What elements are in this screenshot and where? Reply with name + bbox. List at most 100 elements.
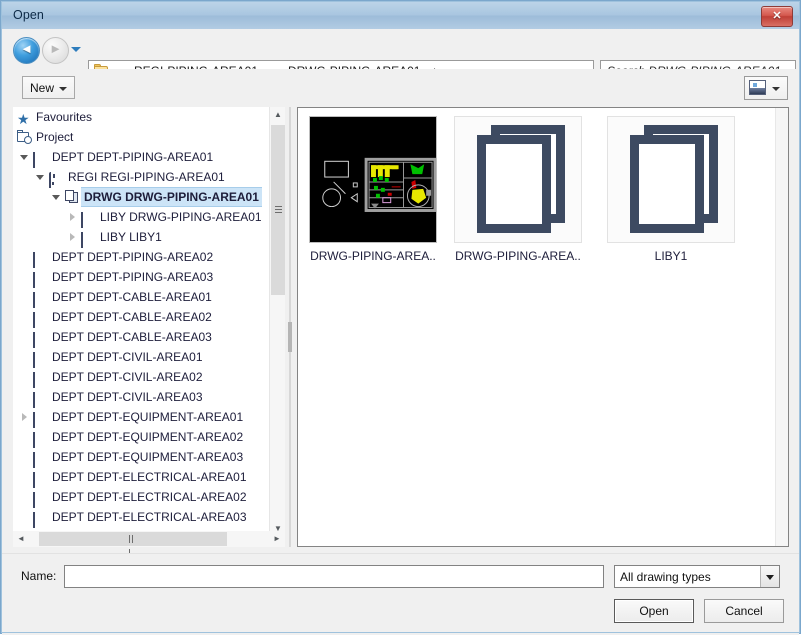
file-list-item[interactable]: DRWG-PIPING-AREA.. bbox=[308, 116, 438, 263]
dept-icon bbox=[33, 370, 48, 388]
tree-item-label: DEPT DEPT-EQUIPMENT-AREA01 bbox=[52, 410, 244, 424]
tree-item[interactable]: Project bbox=[13, 127, 267, 147]
tree-vertical-scroll-thumb[interactable] bbox=[271, 125, 285, 295]
dept-icon bbox=[33, 430, 48, 448]
pane-splitter[interactable] bbox=[287, 107, 293, 547]
triangle-left-icon: ◄ bbox=[17, 534, 25, 543]
tree-horizontal-scroll-thumb[interactable] bbox=[39, 532, 227, 557]
dept-icon bbox=[33, 510, 48, 528]
file-type-select[interactable]: All drawing types bbox=[614, 565, 780, 588]
collapse-triangle-icon[interactable] bbox=[36, 173, 45, 182]
liby-icon bbox=[81, 210, 96, 228]
tree-scroll-up-button[interactable]: ▲ bbox=[270, 107, 286, 123]
tree-item-label: DEPT DEPT-CABLE-AREA03 bbox=[52, 330, 212, 344]
chevron-down-icon[interactable] bbox=[760, 566, 779, 587]
tree-item[interactable]: REGI REGI-PIPING-AREA01 bbox=[13, 167, 267, 188]
collapse-triangle-icon[interactable] bbox=[52, 193, 61, 202]
folder-tree-pane[interactable]: ★ Favourites Project DEPT DEPT-PIPING-AREA0… bbox=[13, 107, 283, 537]
tree-item[interactable]: DEPT DEPT-CIVIL-AREA02 bbox=[13, 367, 267, 388]
tree-item[interactable]: DEPT DEPT-CIVIL-AREA01 bbox=[13, 347, 267, 368]
tree-item-label: LIBY LIBY1 bbox=[100, 230, 162, 244]
new-button-label: New bbox=[30, 81, 55, 95]
tree-item-label: DEPT DEPT-ELECTRICAL-AREA03 bbox=[52, 510, 247, 524]
close-icon: ✕ bbox=[772, 10, 782, 22]
book-icon bbox=[630, 125, 718, 235]
file-item-label: DRWG-PIPING-AREA.. bbox=[455, 249, 581, 263]
history-dropdown-button[interactable] bbox=[70, 45, 82, 55]
tree-item-label: DEPT DEPT-EQUIPMENT-AREA02 bbox=[52, 430, 244, 444]
file-list-vertical-scrollbar[interactable] bbox=[775, 108, 788, 546]
tree-item[interactable]: DEPT DEPT-PIPING-AREA03 bbox=[13, 267, 267, 288]
tree-vertical-scrollbar[interactable]: ▲ ▼ bbox=[269, 107, 285, 537]
folder-tree-list: ★ Favourites Project DEPT DEPT-PIPING-AREA0… bbox=[13, 107, 267, 528]
expand-triangle-icon[interactable] bbox=[20, 413, 29, 422]
tree-item[interactable]: DEPT DEPT-PIPING-AREA02 bbox=[13, 247, 267, 268]
tree-item[interactable]: DEPT DEPT-CABLE-AREA03 bbox=[13, 327, 267, 348]
forward-arrow-icon: ► bbox=[49, 41, 62, 56]
dept-icon bbox=[33, 410, 48, 428]
dept-icon bbox=[33, 310, 48, 328]
back-button[interactable]: ◄ bbox=[13, 37, 40, 64]
close-button[interactable]: ✕ bbox=[761, 6, 793, 27]
tree-horizontal-scrollbar[interactable]: ◄ ► bbox=[13, 531, 285, 557]
expand-triangle-icon[interactable] bbox=[68, 233, 77, 242]
window-title: Open bbox=[13, 8, 44, 22]
collapse-triangle-icon[interactable] bbox=[20, 153, 29, 162]
dept-icon bbox=[33, 350, 48, 368]
tree-item-label: DRWG DRWG-PIPING-AREA01 bbox=[81, 187, 262, 207]
drwg-icon bbox=[65, 190, 80, 204]
tree-item[interactable]: LIBY DRWG-PIPING-AREA01 bbox=[13, 207, 267, 228]
drawing-thumbnail bbox=[309, 116, 437, 243]
back-arrow-icon: ◄ bbox=[20, 41, 33, 56]
scroll-grip-icon bbox=[129, 535, 137, 557]
file-item-label: DRWG-PIPING-AREA.. bbox=[310, 249, 436, 263]
dept-icon bbox=[33, 150, 48, 168]
tree-scroll-left-button[interactable]: ◄ bbox=[13, 531, 29, 547]
cancel-button[interactable]: Cancel bbox=[704, 599, 784, 623]
open-dialog-window: Open ✕ ◄ ► « REGI-PIPING-AREA01 DRWG-PIP… bbox=[0, 0, 801, 635]
file-list-item[interactable]: LIBY1 bbox=[606, 116, 736, 263]
tree-item[interactable]: DEPT DEPT-ELECTRICAL-AREA01 bbox=[13, 467, 267, 488]
tree-item-label: DEPT DEPT-CIVIL-AREA02 bbox=[52, 370, 203, 384]
dept-icon bbox=[33, 470, 48, 488]
tree-item-label: LIBY DRWG-PIPING-AREA01 bbox=[100, 210, 262, 224]
tree-item[interactable]: ★ Favourites bbox=[13, 107, 267, 127]
tree-item-label: REGI REGI-PIPING-AREA01 bbox=[68, 170, 225, 184]
file-list-item[interactable]: DRWG-PIPING-AREA.. bbox=[453, 116, 583, 263]
tree-item[interactable]: DEPT DEPT-EQUIPMENT-AREA03 bbox=[13, 447, 267, 468]
tree-item[interactable]: DEPT DEPT-EQUIPMENT-AREA02 bbox=[13, 427, 267, 448]
tree-item-label: Favourites bbox=[36, 110, 93, 124]
toolbar: New bbox=[2, 69, 799, 105]
open-button[interactable]: Open bbox=[614, 599, 694, 623]
tree-item[interactable]: DEPT DEPT-CABLE-AREA02 bbox=[13, 307, 267, 328]
regi-icon bbox=[49, 170, 64, 188]
forward-button[interactable]: ► bbox=[42, 37, 69, 64]
tree-item[interactable]: DEPT DEPT-PIPING-AREA01 bbox=[13, 147, 267, 168]
file-list-pane[interactable]: DRWG-PIPING-AREA.. DRWG-PIPING-AREA.. LIBY… bbox=[297, 107, 789, 547]
tree-item[interactable]: DEPT DEPT-EQUIPMENT-AREA01 bbox=[13, 407, 267, 428]
tree-scroll-right-button[interactable]: ► bbox=[269, 531, 285, 547]
tree-item[interactable]: LIBY LIBY1 bbox=[13, 227, 267, 248]
view-mode-button[interactable] bbox=[744, 76, 788, 100]
tree-item-label: DEPT DEPT-PIPING-AREA03 bbox=[52, 270, 214, 284]
dept-icon bbox=[33, 250, 48, 268]
tree-item-label: DEPT DEPT-ELECTRICAL-AREA02 bbox=[52, 490, 247, 504]
tree-item[interactable]: DEPT DEPT-CABLE-AREA01 bbox=[13, 287, 267, 308]
name-label: Name: bbox=[21, 569, 57, 583]
expand-triangle-icon[interactable] bbox=[68, 213, 77, 222]
book-icon bbox=[477, 125, 565, 235]
file-item-label: LIBY1 bbox=[654, 249, 688, 263]
tree-item-label: Project bbox=[36, 130, 74, 144]
title-bar: Open ✕ bbox=[2, 2, 799, 30]
triangle-up-icon: ▲ bbox=[274, 110, 282, 119]
new-button[interactable]: New bbox=[22, 76, 75, 99]
tree-item-label: DEPT DEPT-PIPING-AREA02 bbox=[52, 250, 214, 264]
file-name-input[interactable] bbox=[64, 565, 604, 588]
star-icon: ★ bbox=[17, 111, 30, 127]
tree-item[interactable]: DEPT DEPT-ELECTRICAL-AREA02 bbox=[13, 487, 267, 508]
tree-item[interactable]: DEPT DEPT-CIVIL-AREA03 bbox=[13, 387, 267, 408]
tree-item[interactable]: DEPT DEPT-ELECTRICAL-AREA03 bbox=[13, 507, 267, 528]
book-thumbnail bbox=[454, 116, 582, 243]
tree-item-label: DEPT DEPT-CABLE-AREA01 bbox=[52, 290, 212, 304]
tree-item[interactable]: DRWG DRWG-PIPING-AREA01 bbox=[13, 187, 267, 207]
